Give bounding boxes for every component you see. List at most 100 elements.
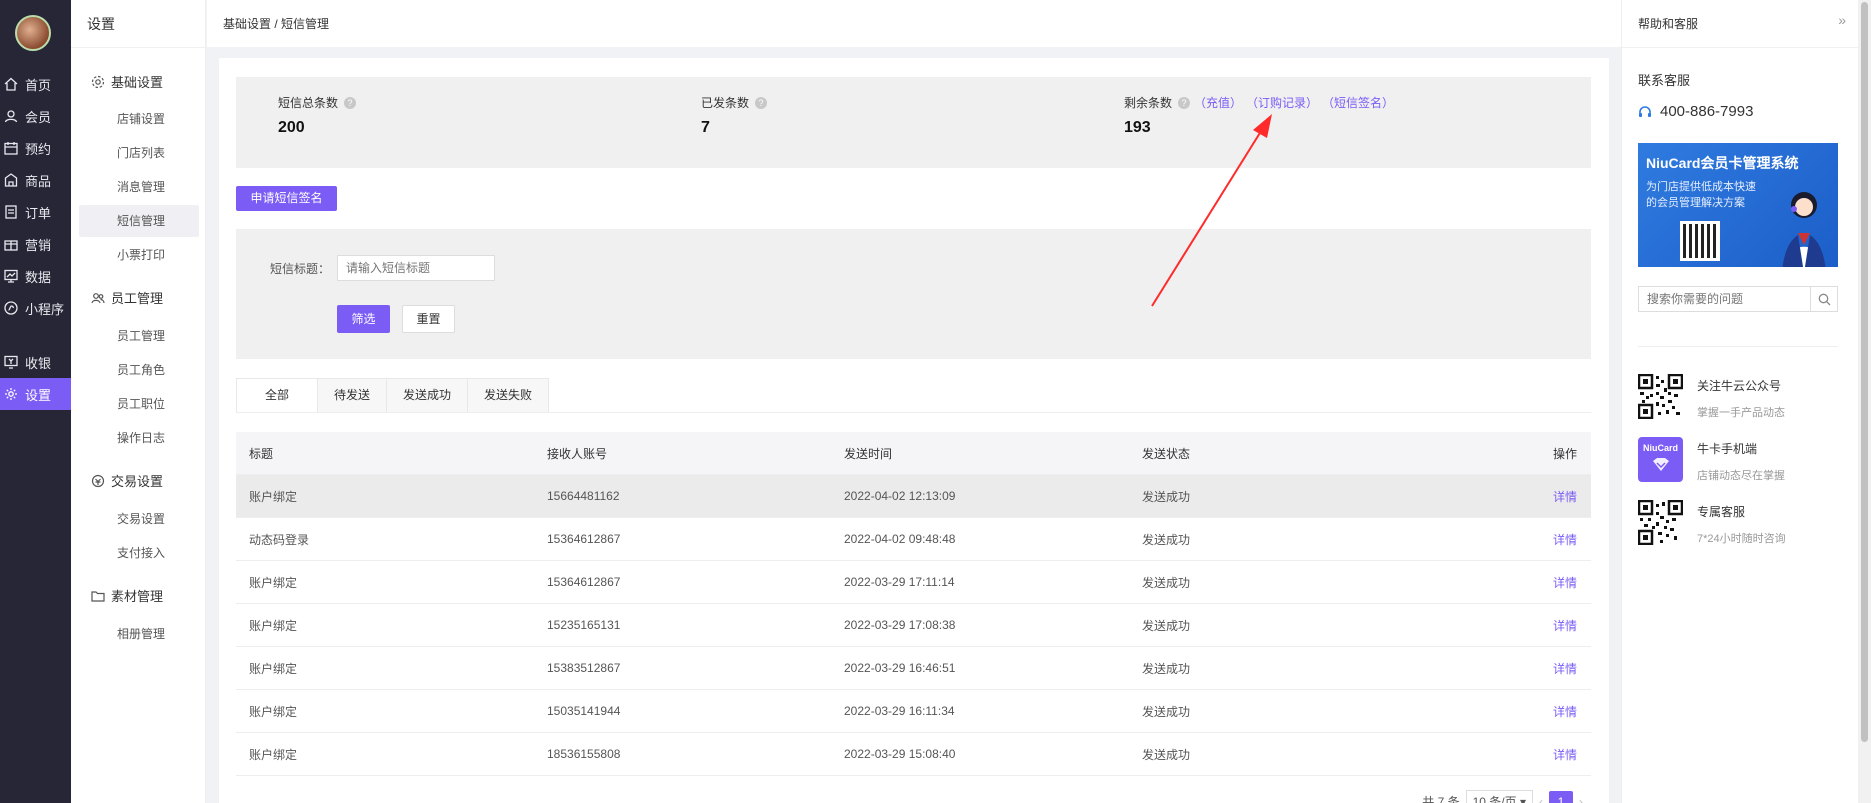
page-size-value: 10 条/页 xyxy=(1472,795,1517,803)
detail-link[interactable]: 详情 xyxy=(1427,660,1591,677)
nav-item-order[interactable]: 订单 xyxy=(0,196,71,228)
stat-value: 200 xyxy=(278,119,305,136)
promo-banner[interactable]: NiuCard会员卡管理系统 为门店提供低成本快速的会员管理解决方案 xyxy=(1638,143,1838,267)
subnav-item-staff[interactable]: 员工管理 xyxy=(79,320,199,352)
divider xyxy=(1638,346,1838,347)
detail-link[interactable]: 详情 xyxy=(1427,531,1591,548)
recharge-link[interactable]: （充值） xyxy=(1194,94,1242,111)
sms-table: 标题 接收人账号 发送时间 发送状态 操作 账户绑定 15664481162 2… xyxy=(236,432,1591,776)
detail-link[interactable]: 详情 xyxy=(1427,574,1591,591)
cell-account: 15364612867 xyxy=(547,532,621,546)
subnav-item-store-list[interactable]: 门店列表 xyxy=(79,137,199,169)
stat-label: 剩余条数 xyxy=(1124,96,1173,110)
avatar[interactable] xyxy=(15,15,51,51)
banner-title: NiuCard会员卡管理系统 xyxy=(1646,155,1799,171)
detail-link[interactable]: 详情 xyxy=(1427,746,1591,763)
dedicated-support[interactable]: 专属客服 7*24小时随时咨询 xyxy=(1638,500,1786,546)
folder-icon xyxy=(91,589,105,603)
tab-pending[interactable]: 待发送 xyxy=(317,378,388,413)
nav-item-miniapp[interactable]: 小程序 xyxy=(0,292,71,324)
home-icon xyxy=(3,76,19,92)
nav-item-booking[interactable]: 预约 xyxy=(0,132,71,164)
detail-link[interactable]: 详情 xyxy=(1427,703,1591,720)
subnav-item-trade-settings[interactable]: 交易设置 xyxy=(79,503,199,535)
page-size-select[interactable]: 10 条/页 ▾ xyxy=(1465,790,1533,803)
cell-title: 账户绑定 xyxy=(249,747,298,762)
filter-label: 短信标题： xyxy=(270,262,331,276)
column-header: 发送时间 xyxy=(844,446,893,461)
nav-item-settings[interactable]: 设置 xyxy=(0,378,71,410)
cell-status: 发送成功 xyxy=(1142,532,1191,547)
prev-page-icon[interactable]: ‹ xyxy=(1539,795,1543,803)
help-panel: 帮助和客服 » 联系客服 400-886-7993 NiuCard会员卡管理系统… xyxy=(1621,0,1859,803)
wechat-official-account[interactable]: 关注牛云公众号 掌握一手产品动态 xyxy=(1638,374,1785,420)
nav-label: 营销 xyxy=(25,237,52,253)
scrollbar-thumb[interactable] xyxy=(1861,2,1868,742)
group-label: 交易设置 xyxy=(111,474,164,489)
column-header: 发送状态 xyxy=(1142,446,1191,461)
nav-label: 会员 xyxy=(25,109,52,125)
nav-item-data[interactable]: 数据 xyxy=(0,260,71,292)
column-header: 接收人账号 xyxy=(547,446,608,461)
tab-success[interactable]: 发送成功 xyxy=(386,378,469,413)
help-icon[interactable]: ? xyxy=(1178,96,1191,109)
subnav-item-message[interactable]: 消息管理 xyxy=(79,171,199,203)
help-icon[interactable]: ? xyxy=(344,96,357,109)
detail-link[interactable]: 详情 xyxy=(1427,617,1591,634)
subnav-group-trade[interactable]: 交易设置 xyxy=(91,471,163,490)
nav-label: 数据 xyxy=(25,269,52,285)
collapse-icon[interactable]: » xyxy=(1838,12,1846,28)
stat-value: 193 xyxy=(1124,119,1151,136)
nav-item-marketing[interactable]: 营销 xyxy=(0,228,71,260)
subnav-item-album[interactable]: 相册管理 xyxy=(79,618,199,650)
search-icon[interactable] xyxy=(1810,287,1837,311)
tab-failed[interactable]: 发送失败 xyxy=(467,378,550,413)
order-record-link[interactable]: （订购记录） xyxy=(1246,94,1318,111)
item-title: 牛卡手机端 xyxy=(1697,442,1758,456)
divider xyxy=(71,47,206,48)
divider xyxy=(236,412,1591,413)
group-label: 基础设置 xyxy=(111,75,164,90)
subnav-item-sms[interactable]: 短信管理 xyxy=(79,205,199,237)
table-row: 账户绑定 15235165131 2022-03-29 17:08:38 发送成… xyxy=(236,604,1591,647)
help-search-input[interactable] xyxy=(1639,287,1810,311)
mobile-app[interactable]: NiuCard 牛卡手机端 店铺动态尽在掌握 xyxy=(1638,437,1785,483)
sms-title-input[interactable] xyxy=(337,255,495,281)
sms-signature-link[interactable]: （短信签名） xyxy=(1322,94,1394,111)
subnav-item-receipt-print[interactable]: 小票打印 xyxy=(79,239,199,271)
apply-signature-button[interactable]: 申请短信签名 xyxy=(236,186,337,211)
nav-item-home[interactable]: 首页 xyxy=(0,68,71,100)
subnav-group-staff[interactable]: 员工管理 xyxy=(91,288,163,307)
table-row: 账户绑定 15383512867 2022-03-29 16:46:51 发送成… xyxy=(236,647,1591,690)
help-icon[interactable]: ? xyxy=(755,96,768,109)
stat-label: 短信总条数 xyxy=(278,96,339,110)
gear-icon xyxy=(91,75,105,89)
subnav-group-basic[interactable]: 基础设置 xyxy=(91,72,163,91)
subnav-group-material[interactable]: 素材管理 xyxy=(91,586,163,605)
subnav-item-oplog[interactable]: 操作日志 xyxy=(79,422,199,454)
cell-status: 发送成功 xyxy=(1142,618,1191,633)
subnav-item-roles[interactable]: 员工角色 xyxy=(79,354,199,386)
nav-item-goods[interactable]: 商品 xyxy=(0,164,71,196)
nav-item-member[interactable]: 会员 xyxy=(0,100,71,132)
cell-title: 账户绑定 xyxy=(249,661,298,676)
subnav-item-store-settings[interactable]: 店铺设置 xyxy=(79,103,199,135)
next-page-icon[interactable]: › xyxy=(1579,795,1583,803)
table-row: 动态码登录 15364612867 2022-04-02 09:48:48 发送… xyxy=(236,518,1591,561)
detail-link[interactable]: 详情 xyxy=(1427,488,1591,505)
item-title: 专属客服 xyxy=(1697,505,1746,519)
page-button[interactable]: 1 xyxy=(1549,790,1573,803)
page-scrollbar[interactable] xyxy=(1858,0,1871,803)
subnav-item-positions[interactable]: 员工职位 xyxy=(79,388,199,420)
cell-account: 15364612867 xyxy=(547,575,621,589)
filter-button[interactable]: 筛选 xyxy=(337,305,390,333)
nav-label: 预约 xyxy=(25,141,52,157)
settings-subnav: 设置 基础设置 店铺设置 门店列表 消息管理 短信管理 小票打印 员工管理 员工… xyxy=(71,0,206,803)
shop-icon xyxy=(3,172,19,188)
subnav-item-payment[interactable]: 支付接入 xyxy=(79,537,199,569)
reset-button[interactable]: 重置 xyxy=(402,305,455,333)
nav-item-cashier[interactable]: 收银 xyxy=(0,346,71,378)
cell-time: 2022-03-29 17:11:14 xyxy=(844,575,955,589)
help-search xyxy=(1638,286,1838,312)
tab-all[interactable]: 全部 xyxy=(236,378,319,413)
